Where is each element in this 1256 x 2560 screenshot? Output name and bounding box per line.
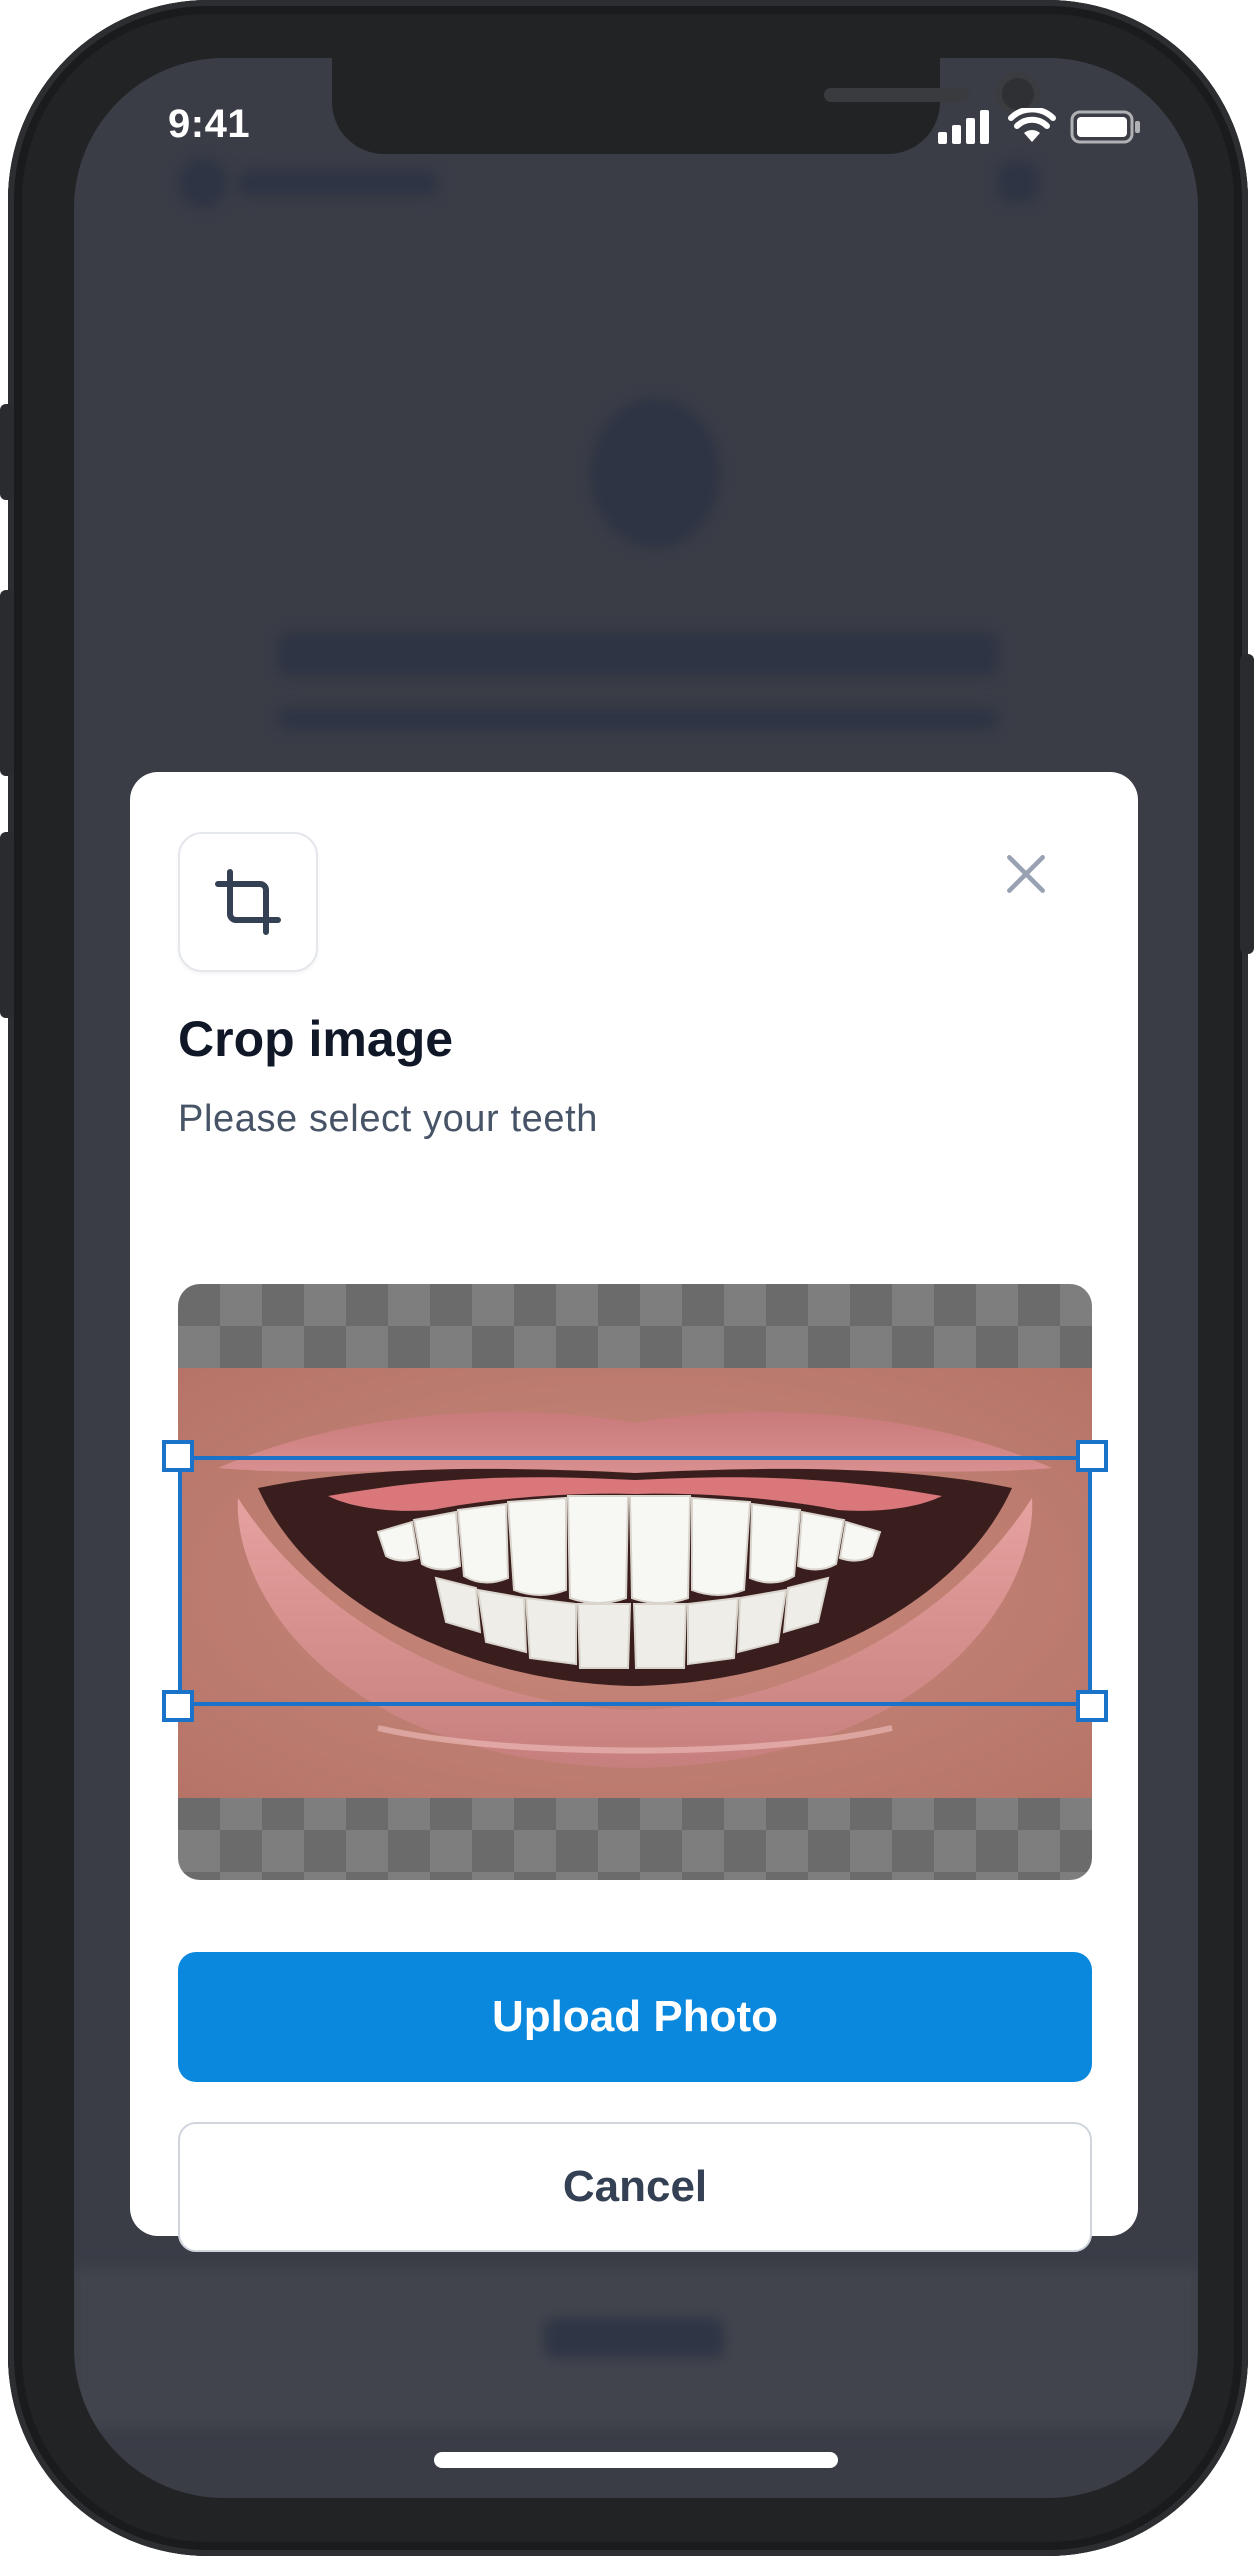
background-illustration xyxy=(590,398,720,548)
upload-photo-button[interactable]: Upload Photo xyxy=(178,1952,1092,2082)
crop-selection-frame[interactable] xyxy=(162,1440,1108,1722)
close-button[interactable] xyxy=(994,842,1058,906)
cellular-signal-icon xyxy=(938,110,989,144)
volume-up-button xyxy=(0,590,14,776)
power-button xyxy=(1240,654,1254,954)
earpiece-speaker xyxy=(824,88,970,102)
notch xyxy=(332,58,1040,154)
wifi-icon xyxy=(1008,108,1056,142)
close-icon xyxy=(1007,855,1045,893)
status-icons xyxy=(898,108,1198,148)
silent-switch xyxy=(0,404,14,500)
crop-icon xyxy=(215,869,281,935)
modal-subtitle: Please select your teeth xyxy=(178,1098,598,1140)
phone-screen: 9:41 Crop image Please select your teeth… xyxy=(74,58,1198,2498)
crop-handle-top-left[interactable] xyxy=(162,1440,194,1472)
battery-icon xyxy=(1070,110,1140,144)
status-time: 9:41 xyxy=(168,102,251,146)
background-heading xyxy=(278,632,998,676)
cancel-button[interactable]: Cancel xyxy=(178,2122,1092,2252)
home-indicator[interactable] xyxy=(434,2452,838,2468)
modal-title: Crop image xyxy=(178,1011,454,1067)
crop-icon-container xyxy=(178,832,318,972)
crop-handle-bottom-left[interactable] xyxy=(162,1690,194,1722)
background-paragraph xyxy=(278,708,998,730)
background-bottom-link xyxy=(544,2318,724,2358)
crop-handle-bottom-right[interactable] xyxy=(1076,1690,1108,1722)
volume-down-button xyxy=(0,832,14,1018)
crop-handle-top-right[interactable] xyxy=(1076,1440,1108,1472)
crop-image-modal: Crop image Please select your teeth Uplo… xyxy=(130,772,1138,2252)
phone-frame: 9:41 Crop image Please select your teeth… xyxy=(0,0,1254,2556)
status-bar: 9:41 xyxy=(74,58,1198,198)
